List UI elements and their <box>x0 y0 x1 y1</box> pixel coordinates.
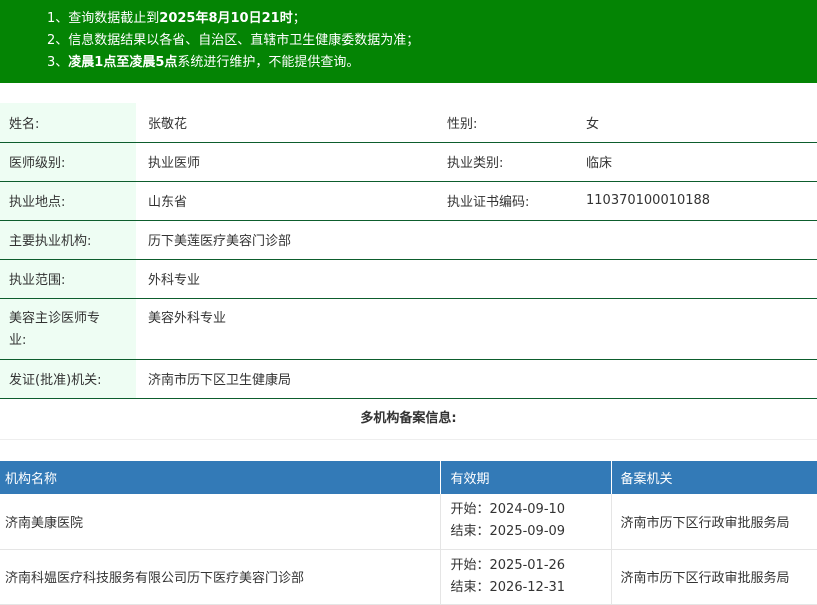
authority: 济南市历下区行政审批服务局 <box>611 549 817 605</box>
gender-label: 性别: <box>434 103 574 143</box>
row-level: 医师级别: 执业医师 执业类别: 临床 <box>0 142 817 182</box>
multi-institution-title: 多机构备案信息: <box>0 398 817 440</box>
name-value: 张敬花 <box>136 103 434 143</box>
gender-value: 女 <box>574 103 817 143</box>
institution-label: 主要执业机构: <box>0 220 136 260</box>
cosmetic-value: 美容外科专业 <box>136 298 817 360</box>
org-name: 济南科媪医疗科技服务有限公司历下医疗美容门诊部 <box>0 549 441 605</box>
location-label: 执业地点: <box>0 181 136 221</box>
row-location: 执业地点: 山东省 执业证书编码: 110370100010188 <box>0 181 817 221</box>
authority: 济南市历下区行政审批服务局 <box>611 494 817 550</box>
row-issuer: 发证(批准)机关: 济南市历下区卫生健康局 <box>0 359 817 399</box>
org-name: 济南美康医院 <box>0 494 441 550</box>
notice-banner: 1、查询数据截止到2025年8月10日21时； 2、信息数据结果以各省、自治区、… <box>0 0 817 83</box>
row-name: 姓名: 张敬花 性别: 女 <box>0 103 817 143</box>
scope-label: 执业范围: <box>0 259 136 299</box>
org-table-header: 机构名称 有效期 备案机关 <box>0 461 817 494</box>
notice-line-1: 1、查询数据截止到2025年8月10日21时； <box>47 11 306 26</box>
validity: 开始：2024-09-10 结束：2025-09-09 <box>440 494 612 550</box>
header-validity: 有效期 <box>440 461 612 494</box>
issuer-label: 发证(批准)机关: <box>0 359 136 399</box>
table-row: 济南美康医院 开始：2024-09-10 结束：2025-09-09 济南市历下区… <box>0 494 817 550</box>
validity-start: 开始：2025-01-26 <box>450 557 566 573</box>
location-value: 山东省 <box>136 181 434 221</box>
cert-value: 110370100010188 <box>574 181 817 221</box>
category-label: 执业类别: <box>434 142 574 182</box>
validity-end: 结束：2026-12-31 <box>450 579 566 595</box>
multi-institution-table: 机构名称 有效期 备案机关 济南美康医院 开始：2024-09-10 结束：202… <box>0 461 817 605</box>
level-value: 执业医师 <box>136 142 434 182</box>
validity-end: 结束：2025-09-09 <box>450 524 566 540</box>
header-org-name: 机构名称 <box>0 461 441 494</box>
notice-line-3: 3、凌晨1点至凌晨5点系统进行维护，不能提供查询。 <box>47 55 360 70</box>
validity-start: 开始：2024-09-10 <box>450 502 566 518</box>
cosmetic-label: 美容主诊医师专 业: <box>0 298 136 360</box>
row-institution: 主要执业机构: 历下美莲医疗美容门诊部 <box>0 220 817 260</box>
category-value: 临床 <box>574 142 817 182</box>
scope-value: 外科专业 <box>136 259 817 299</box>
issuer-value: 济南市历下区卫生健康局 <box>136 359 817 399</box>
level-label: 医师级别: <box>0 142 136 182</box>
validity: 开始：2025-01-26 结束：2026-12-31 <box>440 549 612 605</box>
name-label: 姓名: <box>0 103 136 143</box>
table-row: 济南科媪医疗科技服务有限公司历下医疗美容门诊部 开始：2025-01-26 结束：… <box>0 549 817 605</box>
institution-value: 历下美莲医疗美容门诊部 <box>136 220 817 260</box>
header-authority: 备案机关 <box>611 461 817 494</box>
row-scope: 执业范围: 外科专业 <box>0 259 817 299</box>
cert-label: 执业证书编码: <box>434 181 574 221</box>
row-cosmetic: 美容主诊医师专 业: 美容外科专业 <box>0 298 817 360</box>
notice-line-2: 2、信息数据结果以各省、自治区、直辖市卫生健康委数据为准； <box>47 33 420 48</box>
doctor-info-table: 姓名: 张敬花 性别: 女 医师级别: 执业医师 执业类别: 临床 执业地点: … <box>0 103 817 399</box>
